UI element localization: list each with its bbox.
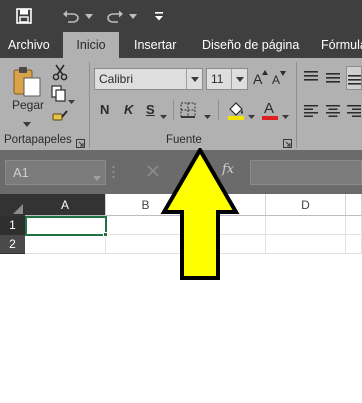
cell-e2[interactable] [346, 235, 362, 254]
font-color-dropdown-icon[interactable] [282, 108, 290, 119]
copy-dropdown-icon[interactable] [68, 93, 76, 104]
align-middle-icon[interactable] [326, 70, 342, 84]
underline-dropdown-icon[interactable] [160, 108, 168, 119]
redo-dropdown-icon[interactable] [128, 6, 138, 26]
borders-dropdown-icon[interactable] [204, 108, 212, 119]
copy-icon[interactable] [51, 85, 67, 103]
font-color-letter: A [264, 100, 275, 117]
font-size-value: 11 [211, 72, 224, 86]
font-color-swatch [262, 116, 278, 120]
save-icon[interactable] [14, 6, 34, 26]
font-size-dropdown-icon[interactable] [231, 69, 247, 89]
cell-e1[interactable] [346, 216, 362, 235]
format-painter-icon[interactable] [51, 108, 69, 124]
font-separator [173, 100, 174, 120]
clipboard-group-label: Portapapeles [4, 134, 72, 146]
paste-label: Pegar [12, 98, 45, 112]
column-header-d[interactable]: D [266, 194, 346, 216]
underline-button[interactable]: S [146, 102, 155, 117]
font-size-combo[interactable]: 11 [206, 68, 248, 90]
font-group-label: Fuente [166, 134, 202, 146]
font-color-button[interactable]: A [261, 100, 279, 120]
paste-icon [13, 67, 41, 97]
customize-quick-access-icon[interactable] [152, 6, 166, 26]
paste-dropdown-icon[interactable] [23, 116, 33, 127]
title-bar [0, 0, 362, 32]
decrease-font-size-button[interactable]: A [271, 70, 287, 88]
font-separator [218, 100, 219, 120]
formula-input[interactable] [250, 160, 362, 185]
align-right-icon[interactable] [347, 104, 362, 118]
annotation-arrow-icon [160, 146, 240, 283]
fill-color-dropdown-icon[interactable] [248, 108, 256, 119]
font-name-value: Calibri [99, 72, 134, 86]
ribbon-tabs: Archivo Inicio Insertar Diseño de página… [0, 32, 362, 58]
tab-archivo[interactable]: Archivo [8, 32, 50, 58]
cell-d2[interactable] [266, 235, 346, 254]
decrease-font-icon [280, 71, 286, 76]
cell-d1[interactable] [266, 216, 346, 235]
ribbon-separator [89, 62, 90, 148]
font-launcher-icon[interactable] [283, 137, 292, 148]
active-cell-border[interactable] [25, 216, 107, 236]
name-box-dropdown-icon[interactable] [93, 170, 101, 184]
align-bottom-icon[interactable] [346, 66, 362, 90]
row-header-2[interactable]: 2 [0, 235, 25, 254]
column-header-a[interactable]: A [25, 194, 106, 216]
font-name-combo[interactable]: Calibri [94, 68, 203, 90]
clipboard-launcher-icon[interactable] [76, 137, 85, 148]
align-left-icon[interactable] [304, 104, 320, 118]
redo-icon[interactable] [104, 6, 126, 26]
name-box[interactable]: A1 [5, 160, 106, 185]
fill-color-icon[interactable] [226, 100, 246, 120]
ribbon: Pegar Portapapeles Calibri 11 A A N K S … [0, 58, 362, 150]
align-top-icon[interactable] [304, 70, 320, 84]
column-header-e[interactable] [346, 194, 362, 216]
increase-font-size-button[interactable]: A [252, 70, 268, 88]
borders-icon[interactable] [180, 102, 196, 118]
fill-handle[interactable] [103, 232, 108, 237]
align-center-icon[interactable] [326, 104, 342, 118]
tab-insertar[interactable]: Insertar [134, 32, 176, 58]
italic-button[interactable]: K [124, 102, 133, 117]
ribbon-separator [296, 62, 297, 148]
name-box-value: A1 [13, 165, 29, 180]
increase-font-icon [262, 70, 268, 75]
decrease-font-letter: A [272, 73, 281, 87]
undo-dropdown-icon[interactable] [84, 6, 94, 26]
increase-font-letter: A [253, 71, 263, 87]
cell-a2[interactable] [25, 235, 106, 254]
tab-formulas[interactable]: Fórmulas [321, 32, 362, 58]
tab-inicio[interactable]: Inicio [63, 32, 119, 58]
tab-diseno-de-pagina[interactable]: Diseño de página [202, 32, 299, 58]
cut-icon[interactable] [51, 63, 69, 81]
bold-button[interactable]: N [100, 102, 109, 117]
font-name-dropdown-icon[interactable] [186, 69, 202, 89]
select-all-corner[interactable] [0, 194, 25, 216]
formula-bar-grip-icon[interactable] [112, 164, 115, 180]
undo-icon[interactable] [60, 6, 82, 26]
row-header-1[interactable]: 1 [0, 216, 25, 235]
